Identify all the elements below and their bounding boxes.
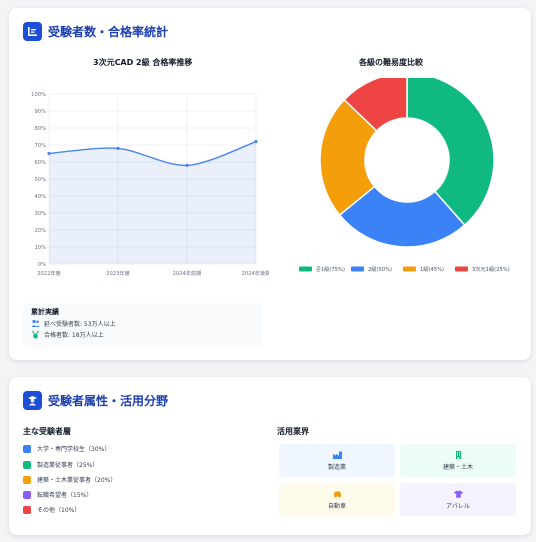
building-icon (455, 450, 461, 459)
stats-card-header: 受験者数・合格率統計 (23, 22, 168, 41)
line-chart-title: 3次元CAD 2級 合格率推移 (93, 58, 193, 67)
industry-label: アパレル (446, 502, 470, 510)
x-tick-label: 2022年度 (37, 269, 61, 277)
summary-passers: 合格者数: 18万人以上 (31, 330, 104, 339)
segments-title: 主な受験者層 (23, 427, 71, 436)
segment-label: 建築・土木業従事者（20%） (37, 477, 117, 484)
difficulty-donut-chart: 준1級(75%) 2級(50%) 1級(45%) 3次元1級(25%) (299, 78, 510, 273)
x-tick-label: 2024年後期 (242, 269, 269, 277)
data-point (254, 140, 258, 144)
data-point (47, 151, 51, 156)
stats-card-title: 受験者数・合格率統計 (48, 25, 169, 39)
y-tick-label: 90% (34, 109, 46, 115)
y-tick-label: 0% (38, 262, 46, 268)
segment-color-swatch (23, 490, 31, 499)
summary-passers-text: 合格者数: 18万人以上 (44, 332, 104, 339)
industry-label: 自動車 (327, 502, 346, 510)
industry-tile-manufacturing: 製造業 (279, 444, 395, 477)
segment-item: 大学・専門学校生（30%） (23, 444, 110, 453)
y-tick-label: 80% (34, 126, 46, 132)
user-graduate-icon (23, 391, 42, 410)
data-point (185, 163, 189, 167)
segment-color-swatch (23, 475, 31, 484)
summary-examinees: 延べ受験者数: 53万人以上 (31, 319, 116, 328)
x-tick-label: 2023年度 (106, 269, 130, 277)
x-tick-label: 2024年前期 (173, 269, 202, 277)
legend-swatch (403, 266, 416, 272)
car-icon (333, 491, 341, 498)
industry-tile-automotive: 自動車 (279, 483, 395, 516)
segment-color-swatch (23, 460, 31, 469)
legend-swatch (299, 266, 312, 272)
segment-item: 建築・土木業従事者（20%） (23, 475, 116, 484)
summary-title: 累計実績 (31, 308, 59, 316)
industry-label: 製造業 (327, 463, 346, 471)
industries-title: 活用業界 (277, 427, 309, 436)
y-tick-label: 70% (34, 143, 46, 149)
factory-icon (332, 451, 342, 459)
segment-color-swatch (23, 505, 31, 514)
segment-item: その他（10%） (23, 505, 80, 514)
segment-label: 大学・専門学校生（30%） (37, 446, 111, 453)
demographics-card-title: 受験者属性・活用分野 (48, 394, 169, 408)
y-tick-label: 20% (34, 228, 46, 234)
stats-card: 受験者数・合格率統計 3次元CAD 2級 合格率推移 0% 10% 20% 30% 40… (9, 8, 531, 360)
demographics-card-header: 受験者属性・活用分野 (23, 391, 168, 410)
legend-label: 준1級(75%) (316, 265, 345, 273)
legend-label: 3次元1級(25%) (472, 265, 510, 273)
pass-rate-line-chart: 0% 10% 20% 30% 40% 50% 60% 70% 80% 90% 100% 2022年度 2… (31, 92, 269, 277)
industry-label: 建築・土木 (442, 463, 473, 471)
industry-tile-construction: 建築・土木 (400, 444, 516, 477)
donut-chart-title: 各級の難易度比較 (359, 58, 423, 67)
legend-swatch (455, 266, 468, 272)
y-tick-label: 50% (34, 177, 46, 183)
shirt-icon (453, 490, 463, 498)
data-point (116, 146, 120, 150)
demographics-card: 受験者属性・活用分野 主な受験者層 大学・専門学校生（30%） 製造業従事者（2… (9, 377, 531, 535)
summary-box: 累計実績 延べ受験者数: 53万人以上 合格者数: 18万人以上 (23, 303, 263, 347)
segment-label: 製造業従事者（25%） (37, 462, 99, 469)
segment-color-swatch (23, 444, 31, 453)
industry-tile-apparel: アパレル (400, 483, 516, 516)
stats-chart-icon (23, 22, 42, 41)
y-tick-label: 10% (34, 245, 46, 251)
y-tick-label: 60% (34, 160, 46, 166)
segment-label: 転職希望者（15%） (37, 492, 93, 499)
y-tick-label: 100% (31, 92, 46, 98)
y-tick-label: 30% (34, 211, 46, 217)
segment-item: 転職希望者（15%） (23, 490, 92, 499)
legend-label: 2級(50%) (368, 265, 392, 273)
legend-swatch (351, 266, 364, 272)
legend-label: 1級(45%) (420, 265, 444, 273)
y-tick-label: 40% (34, 194, 46, 200)
users-icon (31, 319, 40, 328)
medal-icon (31, 330, 40, 339)
summary-examinees-text: 延べ受験者数: 53万人以上 (44, 321, 116, 328)
area-fill (49, 141, 256, 264)
segment-item: 製造業従事者（25%） (23, 460, 98, 469)
segment-label: その他（10%） (37, 507, 81, 514)
